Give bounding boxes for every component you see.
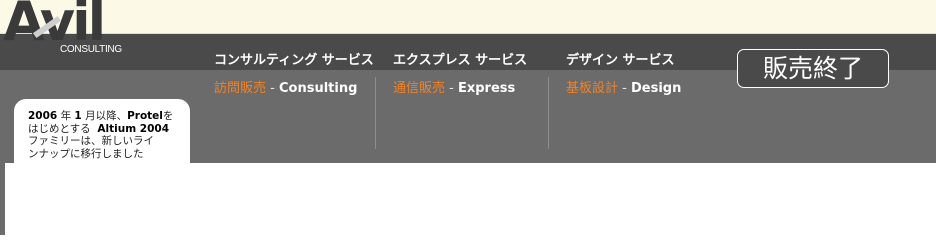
nav-consulting-jp: 訪問販売 [214,81,267,96]
nav-separator: - [445,81,458,96]
left-edge-strip [0,163,5,235]
notice-panel: 2006 年 1 月以降、Protelを はじめとする Altium 2004 … [14,99,190,235]
avil-logo[interactable]: Avil CONSULTING [2,0,126,66]
notice-line-2: はじめとする Altium 2004 [28,122,170,135]
nav-design-link[interactable]: 基板設計 - Design [566,77,681,96]
notice-line-4: ンナップに移行しました [28,147,144,160]
nav-express-title[interactable]: エクスプレス サービス [393,49,527,68]
notice-line-1: 2006 年 1 月以降、Protelを [28,110,174,122]
nav-express-en: Express [457,81,516,96]
nav-consulting-en: Consulting [278,81,358,96]
notice-line-3: ファミリーは、新しいライ [28,135,154,147]
top-banner [0,0,936,34]
nav-separator: - [266,81,279,96]
nav-consulting-link[interactable]: 訪問販売 - Consulting [214,77,357,96]
nav-separator: - [618,81,631,96]
nav-design-title[interactable]: デザイン サービス [566,49,675,68]
nav-design-jp: 基板設計 [566,81,619,96]
sales-ended-button[interactable]: 販売終了 [737,49,889,88]
nav-express-link[interactable]: 通信販売 - Express [393,77,515,96]
nav-divider [375,77,376,149]
nav-consulting-title[interactable]: コンサルティング サービス [214,49,374,68]
nav-express-jp: 通信販売 [393,81,446,96]
logo-subtitle: CONSULTING [60,44,122,55]
nav-divider [548,77,549,149]
nav-design-en: Design [630,81,682,96]
